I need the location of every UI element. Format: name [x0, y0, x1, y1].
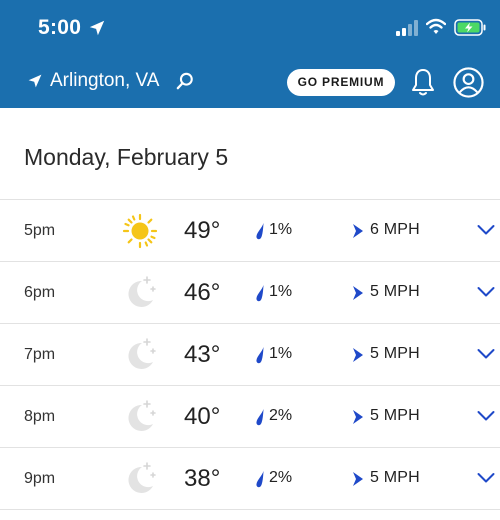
location-arrow-icon[interactable] — [27, 73, 43, 89]
hour-row[interactable]: 8pm 40° 2% 5 MPH — [0, 386, 500, 448]
chevron-down-icon[interactable] — [477, 472, 495, 484]
bell-icon[interactable] — [410, 67, 436, 97]
wind-direction-icon — [353, 224, 363, 238]
date-header: Monday, February 5 — [0, 108, 500, 200]
hourly-list: 5pm 49° 1% 6 MPH 6pm 46° 1% 5 MPH 7pm 43… — [0, 200, 500, 510]
hour-temperature: 49° — [184, 217, 221, 244]
hour-row[interactable]: 9pm 38° 2% 5 MPH — [0, 448, 500, 510]
raindrop-icon — [256, 409, 264, 426]
wind-direction-icon — [353, 410, 363, 424]
hour-precip-chance: 1% — [269, 345, 293, 362]
moon-icon — [128, 462, 156, 493]
hour-precip-chance: 2% — [269, 407, 293, 424]
hour-row[interactable]: 6pm 46° 1% 5 MPH — [0, 262, 500, 324]
moon-icon — [128, 338, 156, 369]
hour-row[interactable]: 7pm 43° 1% 5 MPH — [0, 324, 500, 386]
wind-direction-icon — [353, 472, 363, 486]
hour-temperature: 38° — [184, 465, 221, 492]
account-icon[interactable] — [453, 67, 484, 98]
hour-row[interactable]: 5pm 49° 1% 6 MPH — [0, 200, 500, 262]
chevron-down-icon[interactable] — [477, 410, 495, 422]
chevron-down-icon[interactable] — [477, 348, 495, 360]
hour-time: 8pm — [24, 408, 56, 425]
sun-icon — [122, 213, 158, 249]
raindrop-icon — [256, 223, 264, 240]
hour-precip-chance: 2% — [269, 469, 293, 486]
status-bar: 5:00 — [0, 0, 500, 56]
hour-wind-speed: 5 MPH — [370, 283, 420, 300]
wind-direction-icon — [353, 286, 363, 300]
wifi-icon — [426, 18, 446, 34]
location-name[interactable]: Arlington, VA — [50, 70, 159, 92]
hour-wind-speed: 6 MPH — [370, 221, 420, 238]
wind-direction-icon — [353, 348, 363, 362]
hour-temperature: 46° — [184, 279, 221, 306]
moon-icon — [128, 400, 156, 431]
hour-temperature: 43° — [184, 341, 221, 368]
date-heading: Monday, February 5 — [24, 144, 229, 170]
hour-time: 5pm — [24, 222, 56, 239]
hour-wind-speed: 5 MPH — [370, 469, 420, 486]
chevron-down-icon[interactable] — [477, 224, 495, 236]
chevron-down-icon[interactable] — [477, 286, 495, 298]
hour-precip-chance: 1% — [269, 221, 293, 238]
moon-icon — [128, 276, 156, 307]
nav-row: Arlington, VA GO PREMIUM — [0, 56, 500, 108]
search-icon[interactable] — [176, 72, 194, 90]
location-arrow-icon — [89, 20, 105, 36]
signal-icon — [396, 20, 418, 36]
hour-time: 9pm — [24, 470, 56, 487]
hour-time: 6pm — [24, 284, 56, 301]
raindrop-icon — [256, 471, 264, 488]
hour-time: 7pm — [24, 346, 56, 363]
app-header: 5:00 Arlington, VA GO PREMIUM — [0, 0, 500, 108]
status-time: 5:00 — [38, 16, 82, 39]
hour-precip-chance: 1% — [269, 283, 293, 300]
raindrop-icon — [256, 347, 264, 364]
hour-wind-speed: 5 MPH — [370, 345, 420, 362]
hour-temperature: 40° — [184, 403, 221, 430]
hour-wind-speed: 5 MPH — [370, 407, 420, 424]
battery-charging-icon — [454, 19, 486, 36]
raindrop-icon — [256, 285, 264, 302]
go-premium-button[interactable]: GO PREMIUM — [287, 69, 395, 96]
